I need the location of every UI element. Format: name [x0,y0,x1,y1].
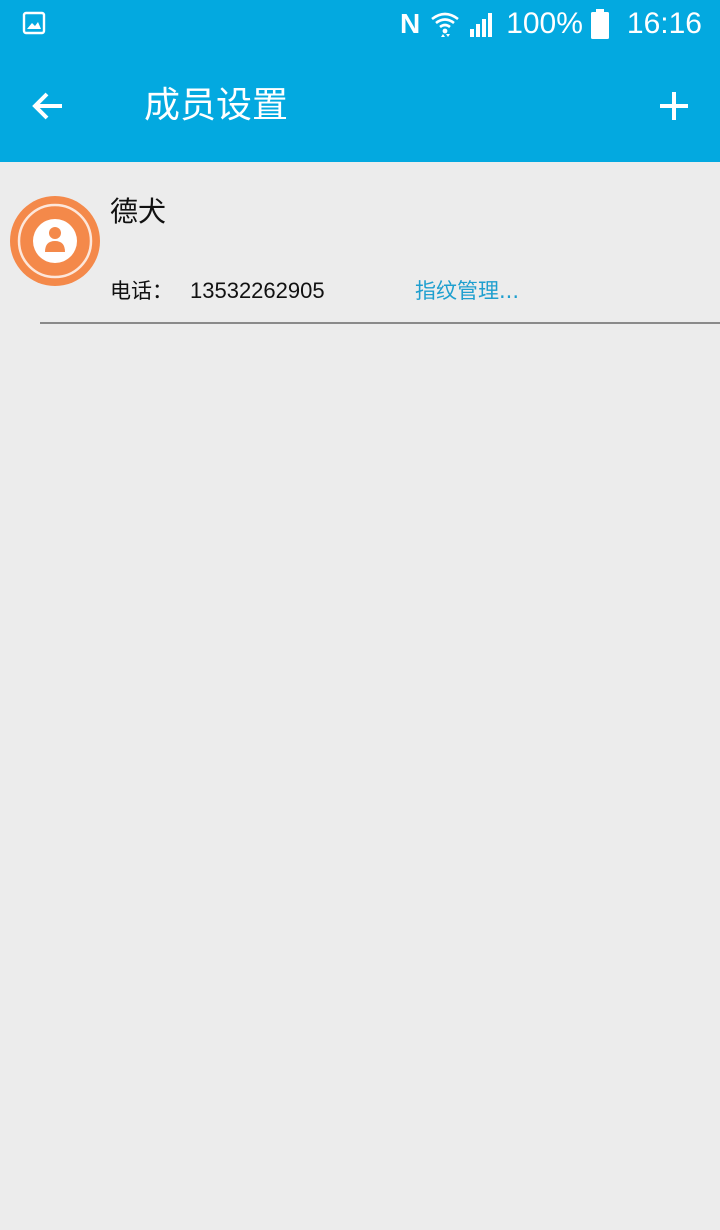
gallery-icon [22,11,46,35]
nfc-icon: N [399,8,421,39]
member-name: 德犬 [110,195,167,228]
divider [40,322,720,324]
phone-number: 13532262905 [190,278,325,303]
battery-icon [590,9,609,39]
battery-percent: 100% [506,7,583,40]
status-icons: N 100% 16:16 [400,0,702,48]
avatar [10,196,100,286]
app-bar: 成员设置 [0,48,720,162]
member-settings-screen: N 100% 16:16 成员设置 德犬 电话： 13532262905 指纹管… [0,0,720,1230]
plus-icon [660,92,688,120]
status-bar: N 100% 16:16 [0,0,720,48]
phone-label: 电话： [110,279,173,303]
page-title: 成员设置 [144,85,289,126]
status-clock: 16:16 [626,7,702,40]
add-member-button[interactable] [644,76,704,136]
member-list-item[interactable]: 德犬 电话： 13532262905 指纹管理... [0,162,720,324]
signal-icon [470,13,493,37]
wifi-icon [431,12,459,37]
arrow-left-icon [32,92,62,120]
back-button[interactable] [18,76,78,136]
fingerprint-management-link[interactable]: 指纹管理... [415,276,519,306]
